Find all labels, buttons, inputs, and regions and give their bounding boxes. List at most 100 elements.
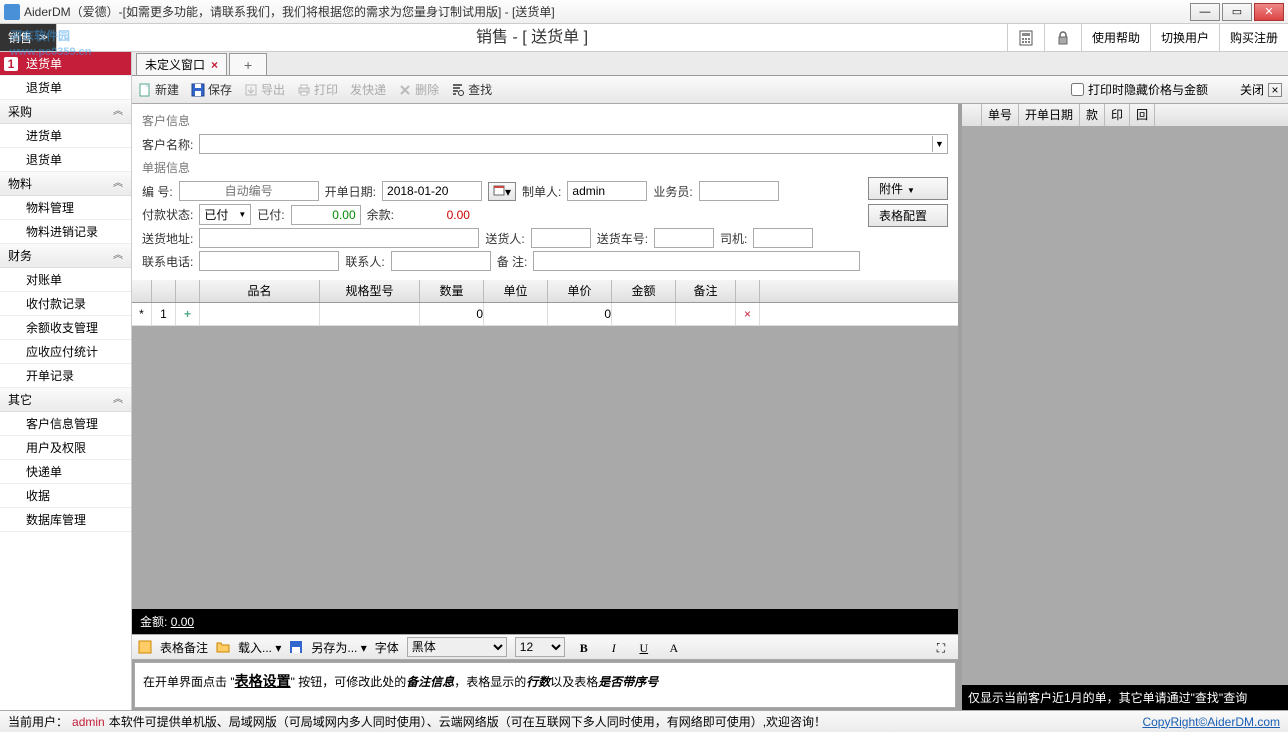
bold-button[interactable]: B <box>573 637 595 657</box>
sidebar-item[interactable]: 客户信息管理 <box>0 412 131 436</box>
remark-input[interactable] <box>533 251 860 271</box>
grid-column-header[interactable] <box>176 280 200 302</box>
sidebar-category[interactable]: 物料︽ <box>0 172 131 196</box>
date-picker-button[interactable]: ▾ <box>488 182 516 201</box>
grid-column-header[interactable] <box>132 280 152 302</box>
sidebar-item[interactable]: 收据 <box>0 484 131 508</box>
save-button[interactable]: 保存 <box>191 81 232 98</box>
minimize-button[interactable]: — <box>1190 3 1220 21</box>
export-button[interactable]: 导出 <box>244 81 285 98</box>
ship-addr-input[interactable] <box>199 228 479 248</box>
grid-cell[interactable]: 0 <box>420 303 484 325</box>
hide-price-checkbox[interactable]: 打印时隐藏价格与金额 <box>1071 81 1208 98</box>
grid-cell[interactable]: 1 <box>152 303 176 325</box>
buy-register-button[interactable]: 购买注册 <box>1219 24 1288 51</box>
grid-column-header[interactable]: 备注 <box>676 280 736 302</box>
delete-line-button[interactable]: × <box>736 303 760 325</box>
sidebar-item[interactable]: 应收应付统计 <box>0 340 131 364</box>
table-config-button[interactable]: 表格配置 <box>868 204 948 227</box>
sidebar-item[interactable]: 进货单 <box>0 124 131 148</box>
sidebar-item[interactable]: 余额收支管理 <box>0 316 131 340</box>
find-button[interactable]: 查找 <box>451 81 492 98</box>
help-button[interactable]: 使用帮助 <box>1081 24 1150 51</box>
delete-button[interactable]: 删除 <box>398 81 439 98</box>
history-column-header[interactable]: 回 <box>1130 104 1155 126</box>
ship-car-input[interactable] <box>654 228 714 248</box>
add-line-button[interactable]: + <box>176 303 200 325</box>
phone-input[interactable] <box>199 251 339 271</box>
maker-input[interactable] <box>567 181 647 201</box>
tab-add-button[interactable]: + <box>229 53 267 75</box>
print-button[interactable]: 打印 <box>297 81 338 98</box>
sidebar-item[interactable]: 对账单 <box>0 268 131 292</box>
doc-no-input[interactable] <box>179 181 319 201</box>
salesman-input[interactable] <box>699 181 779 201</box>
sidebar-item[interactable]: 1送货单 <box>0 52 131 76</box>
sidebar-item[interactable]: 用户及权限 <box>0 436 131 460</box>
grid-column-header[interactable] <box>152 280 176 302</box>
switch-user-button[interactable]: 切换用户 <box>1150 24 1219 51</box>
font-family-select[interactable]: 黑体 <box>407 637 507 657</box>
dropdown-arrow-icon[interactable]: ▼ <box>932 136 946 152</box>
grid-cell[interactable]: 0 <box>548 303 612 325</box>
sidebar-item[interactable]: 开单记录 <box>0 364 131 388</box>
fullscreen-button[interactable]: ⛶ <box>930 637 952 657</box>
history-panel: 单号开单日期款印回 仅显示当前客户近1月的单，其它单请通过"查找"查询 <box>962 104 1288 710</box>
sidebar-item[interactable]: 快递单 <box>0 460 131 484</box>
customer-name-combo[interactable]: ▼ <box>199 134 948 154</box>
module-menu[interactable]: 销售 ≫ <box>0 24 57 51</box>
sidebar-item[interactable]: 数据库管理 <box>0 508 131 532</box>
italic-button[interactable]: I <box>603 637 625 657</box>
grid-column-header[interactable]: 单价 <box>548 280 612 302</box>
pay-status-combo[interactable]: 已付▼ <box>199 204 251 225</box>
sidebar-item[interactable]: 退货单 <box>0 76 131 100</box>
sidebar-item[interactable]: 收付款记录 <box>0 292 131 316</box>
sidebar-item[interactable]: 退货单 <box>0 148 131 172</box>
grid-column-header[interactable]: 单位 <box>484 280 548 302</box>
load-button[interactable]: 载入... ▾ <box>238 639 281 656</box>
saveas-button[interactable]: 另存为... ▾ <box>311 639 366 656</box>
remark-editor[interactable]: 在开单界面点击 "表格设置" 按钮，可修改此处的备注信息，表格显示的行数以及表格… <box>134 662 956 708</box>
grid-cell[interactable] <box>484 303 548 325</box>
grid-cell[interactable] <box>200 303 320 325</box>
lock-button[interactable] <box>1044 24 1081 51</box>
grid-column-header[interactable]: 金额 <box>612 280 676 302</box>
close-button[interactable]: ✕ <box>1254 3 1284 21</box>
calculator-button[interactable] <box>1007 24 1044 51</box>
grid-cell[interactable]: * <box>132 303 152 325</box>
sidebar-item[interactable]: 物料进销记录 <box>0 220 131 244</box>
maximize-button[interactable]: ▭ <box>1222 3 1252 21</box>
customer-name-input[interactable] <box>199 134 948 154</box>
grid-cell[interactable] <box>676 303 736 325</box>
driver-input[interactable] <box>753 228 813 248</box>
history-column-header[interactable]: 开单日期 <box>1019 104 1080 126</box>
paid-input[interactable] <box>291 205 361 225</box>
history-column-header[interactable]: 单号 <box>982 104 1019 126</box>
underline-button[interactable]: U <box>633 637 655 657</box>
grid-column-header[interactable]: 数量 <box>420 280 484 302</box>
contact-input[interactable] <box>391 251 491 271</box>
sidebar-category[interactable]: 其它︽ <box>0 388 131 412</box>
grid-column-header[interactable]: 品名 <box>200 280 320 302</box>
sidebar-item[interactable]: 物料管理 <box>0 196 131 220</box>
grid-cell[interactable] <box>612 303 676 325</box>
sidebar-category[interactable]: 采购︽ <box>0 100 131 124</box>
open-date-input[interactable] <box>382 181 482 201</box>
express-button[interactable]: 发快递 <box>350 81 386 98</box>
new-button[interactable]: 新建 <box>138 81 179 98</box>
history-column-header[interactable]: 印 <box>1105 104 1130 126</box>
attachment-button[interactable]: 附件▼ <box>868 177 948 200</box>
shipper-input[interactable] <box>531 228 591 248</box>
sidebar-category[interactable]: 财务︽ <box>0 244 131 268</box>
panel-close-button[interactable]: 关闭 × <box>1240 81 1282 98</box>
font-size-select[interactable]: 12 <box>515 637 565 657</box>
tab-close-icon[interactable]: × <box>211 54 218 76</box>
grid-cell[interactable] <box>320 303 420 325</box>
grid-column-header[interactable] <box>736 280 760 302</box>
grid-row[interactable]: *1+0 0 × <box>132 303 958 326</box>
history-column-header[interactable]: 款 <box>1080 104 1105 126</box>
tab-undefined[interactable]: 未定义窗口 × <box>136 53 227 75</box>
copyright-link[interactable]: CopyRight©AiderDM.com <box>1142 715 1280 729</box>
grid-column-header[interactable]: 规格型号 <box>320 280 420 302</box>
font-color-button[interactable]: A <box>663 637 685 657</box>
